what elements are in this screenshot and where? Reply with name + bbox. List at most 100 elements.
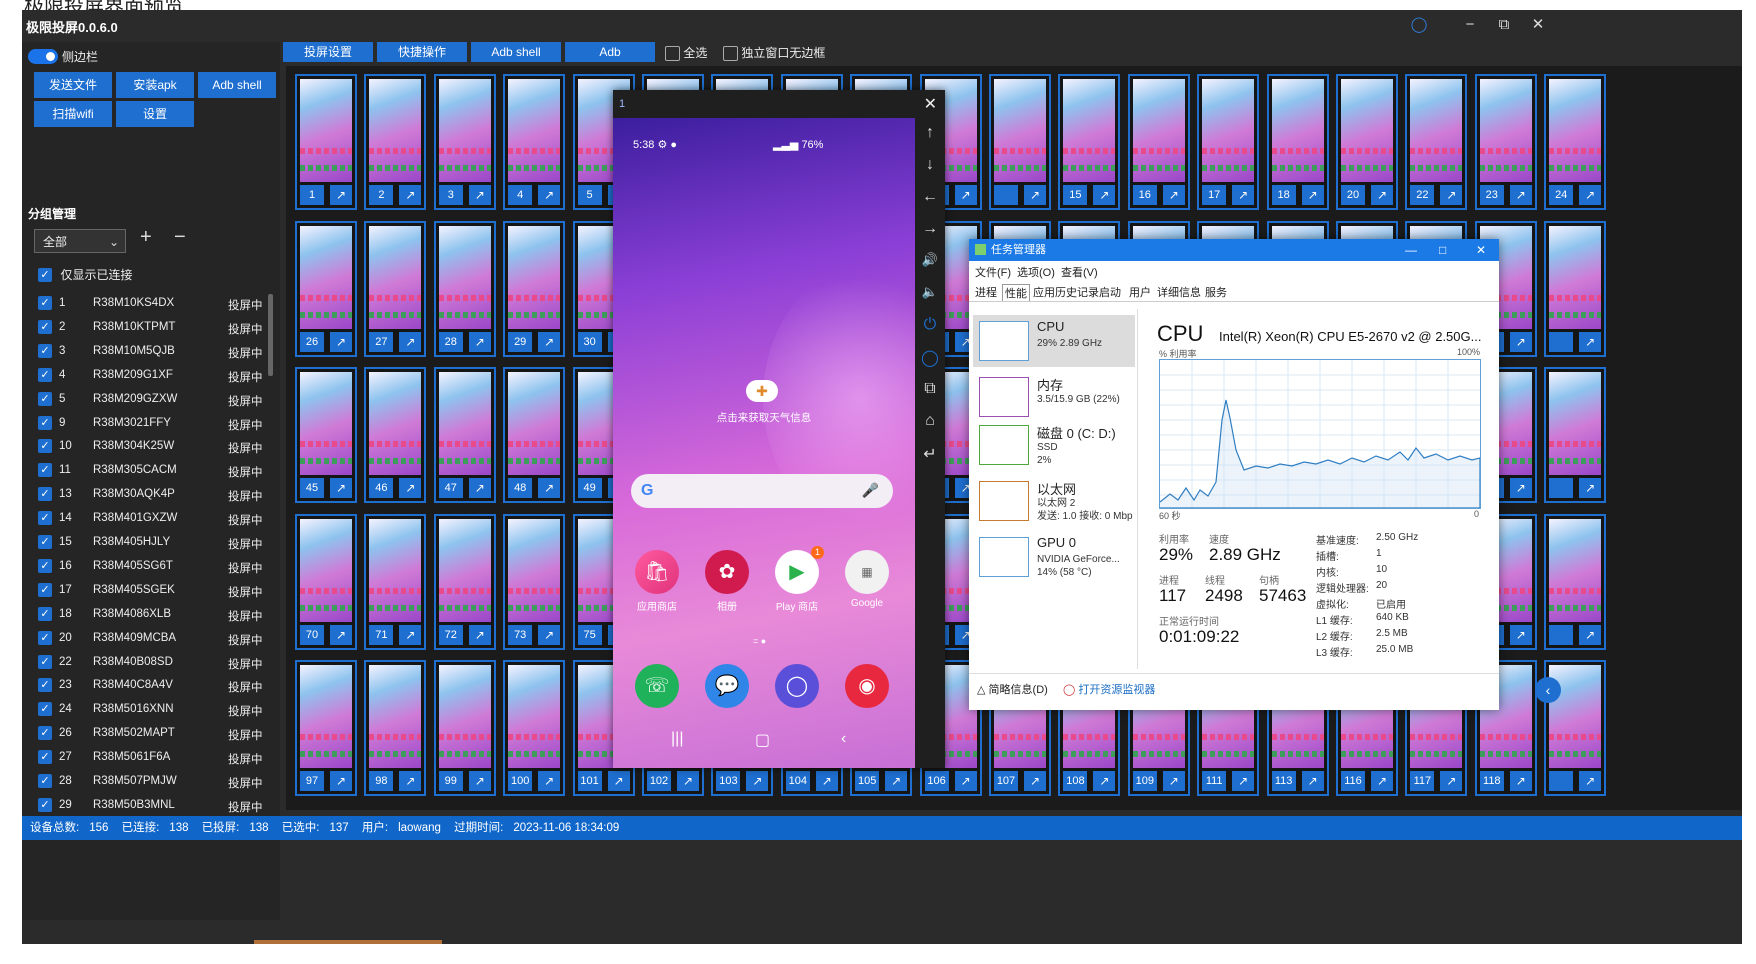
tile-number[interactable]: 104 [785, 771, 810, 791]
borderless-checkbox[interactable] [723, 46, 738, 62]
adb-shell-button[interactable]: Adb shell [471, 42, 561, 62]
weather-text[interactable]: 点击来获取天气信息 [613, 410, 915, 425]
tile-number[interactable]: 111 [1202, 771, 1227, 791]
external-link-icon[interactable]: ↗ [468, 771, 491, 791]
bulb-icon[interactable]: ◯ [915, 348, 945, 368]
google-search-bar[interactable]: G 🎤 [631, 474, 893, 508]
remove-group-button[interactable]: − [174, 226, 186, 249]
device-tile[interactable]: 3 ↗ [433, 74, 496, 210]
menu-view[interactable]: 查看(V) [1061, 264, 1098, 280]
external-link-icon[interactable]: ↗ [1440, 771, 1463, 791]
device-tile[interactable]: ↗ [1544, 513, 1607, 650]
device-checkbox[interactable]: ✓ [38, 750, 52, 765]
device-row[interactable]: ✓ 13 R38M30AQK4P 投屏中 [22, 483, 272, 507]
tile-number[interactable]: 29 [508, 331, 533, 352]
device-tile[interactable]: 20 ↗ [1336, 74, 1398, 210]
device-checkbox[interactable]: ✓ [38, 774, 52, 788]
tile-number[interactable]: 70 [300, 624, 324, 645]
microphone-icon[interactable]: 🎤 [862, 482, 879, 499]
external-link-icon[interactable]: ↗ [1371, 771, 1393, 791]
tm-close-button[interactable]: ✕ [1476, 239, 1486, 261]
tile-number[interactable]: 23 [1479, 185, 1504, 205]
tile-number[interactable]: 118 [1479, 771, 1504, 791]
tile-number[interactable]: 98 [369, 771, 394, 791]
volume-up-icon[interactable]: 🔊 [915, 252, 945, 268]
borderless-toggle[interactable]: 独立窗口无边框 [723, 44, 825, 62]
tile-number[interactable]: 2 [369, 185, 394, 205]
device-checkbox[interactable]: ✓ [38, 726, 52, 741]
app-store-icon[interactable]: 🛍 [635, 550, 679, 594]
external-link-icon[interactable]: ↗ [399, 185, 422, 205]
external-link-icon[interactable]: ↗ [538, 331, 561, 352]
device-tile[interactable]: 22 ↗ [1405, 74, 1468, 210]
external-link-icon[interactable]: ↗ [677, 771, 699, 791]
device-checkbox[interactable]: ✓ [38, 558, 52, 573]
weather-icon[interactable]: ✚ [746, 380, 778, 402]
tile-number[interactable]: 47 [438, 478, 463, 498]
tab-app-history[interactable]: 应用历史记录 [1033, 284, 1099, 300]
menu-file[interactable]: 文件(F) [975, 264, 1011, 280]
menu-options[interactable]: 选项(O) [1017, 264, 1055, 280]
tile-number[interactable]: 45 [300, 478, 324, 498]
minimize-button[interactable]: − [1451, 10, 1489, 42]
power-icon[interactable]: ⏻ [915, 316, 945, 334]
tile-number[interactable]: 116 [1341, 771, 1365, 791]
tile-number[interactable]: 108 [1063, 771, 1088, 791]
tile-number[interactable] [1549, 478, 1574, 498]
device-row[interactable]: ✓ 17 R38M405SGEK 投屏中 [22, 579, 272, 603]
brief-info-link[interactable]: △ 简略信息(D) [977, 681, 1048, 697]
resource-ethernet[interactable]: 以太网 以太网 2 发送: 1.0 接收: 0 Mbp [973, 475, 1135, 527]
device-row[interactable]: ✓ 20 R38M409MCBA 投屏中 [22, 627, 272, 651]
install-apk-button[interactable]: 安装apk [116, 72, 194, 98]
tile-number[interactable]: 20 [1341, 185, 1365, 205]
device-row[interactable]: ✓ 1 R38M10KS4DX 投屏中 [22, 292, 272, 316]
external-link-icon[interactable]: ↗ [399, 331, 422, 352]
device-tile[interactable]: 15 ↗ [1058, 74, 1121, 210]
external-link-icon[interactable]: ↗ [1162, 185, 1185, 205]
device-tile[interactable]: 73 ↗ [503, 513, 566, 650]
device-tile[interactable]: ↗ [1544, 367, 1607, 503]
tile-number[interactable]: 72 [438, 624, 463, 645]
external-link-icon[interactable]: ↗ [1301, 185, 1324, 205]
edge-collapse-button[interactable]: ‹ [1535, 677, 1561, 703]
sidebar-toggle[interactable] [28, 49, 58, 64]
tile-number[interactable]: 73 [508, 624, 533, 645]
quick-actions-button[interactable]: 快捷操作 [377, 42, 467, 62]
resource-disk[interactable]: 磁盘 0 (C: D:) SSD 2% [973, 419, 1135, 471]
multiwindow-icon[interactable]: ⧉ [915, 380, 945, 398]
add-group-button[interactable]: + [140, 226, 152, 249]
tile-number[interactable] [1549, 771, 1574, 791]
device-checkbox[interactable]: ✓ [38, 535, 52, 549]
external-link-icon[interactable]: ↗ [1371, 185, 1393, 205]
tile-number[interactable]: 18 [1271, 185, 1296, 205]
device-checkbox[interactable]: ✓ [38, 702, 52, 717]
external-link-icon[interactable]: ↗ [538, 624, 561, 645]
recents-button[interactable]: ||| [671, 730, 683, 748]
external-link-icon[interactable]: ↗ [1024, 771, 1046, 791]
external-link-icon[interactable]: ↗ [746, 771, 769, 791]
resource-cpu[interactable]: CPU 29% 2.89 GHz [973, 315, 1135, 367]
device-tile[interactable]: 4 ↗ [503, 74, 566, 210]
external-link-icon[interactable]: ↗ [1579, 478, 1602, 498]
device-checkbox[interactable]: ✓ [38, 415, 52, 430]
device-row[interactable]: ✓ 23 R38M40C8A4V 投屏中 [22, 674, 272, 698]
tile-number[interactable]: 97 [300, 771, 324, 791]
device-row[interactable]: ✓ 11 R38M305CACM 投屏中 [22, 459, 272, 483]
device-checkbox[interactable]: ✓ [38, 630, 52, 645]
messages-icon[interactable]: 💬 [705, 664, 749, 708]
tile-number[interactable]: 105 [855, 771, 880, 791]
cast-settings-button[interactable]: 投屏设置 [283, 42, 373, 62]
external-link-icon[interactable]: ↗ [1509, 331, 1532, 352]
tile-number[interactable]: 16 [1132, 185, 1157, 205]
external-link-icon[interactable]: ↗ [1579, 624, 1602, 645]
tile-number[interactable]: 48 [508, 478, 533, 498]
tile-number[interactable]: 26 [300, 331, 324, 352]
external-link-icon[interactable]: ↗ [1579, 331, 1602, 352]
tile-number[interactable]: 5 [577, 185, 602, 205]
external-link-icon[interactable]: ↗ [330, 478, 352, 498]
device-row[interactable]: ✓ 18 R38M4086XLB 投屏中 [22, 603, 272, 627]
tile-number[interactable]: 49 [577, 478, 602, 498]
device-tile[interactable]: 26 ↗ [295, 220, 357, 357]
tab-services[interactable]: 服务 [1205, 284, 1227, 300]
home-icon[interactable]: ⌂ [915, 412, 945, 430]
